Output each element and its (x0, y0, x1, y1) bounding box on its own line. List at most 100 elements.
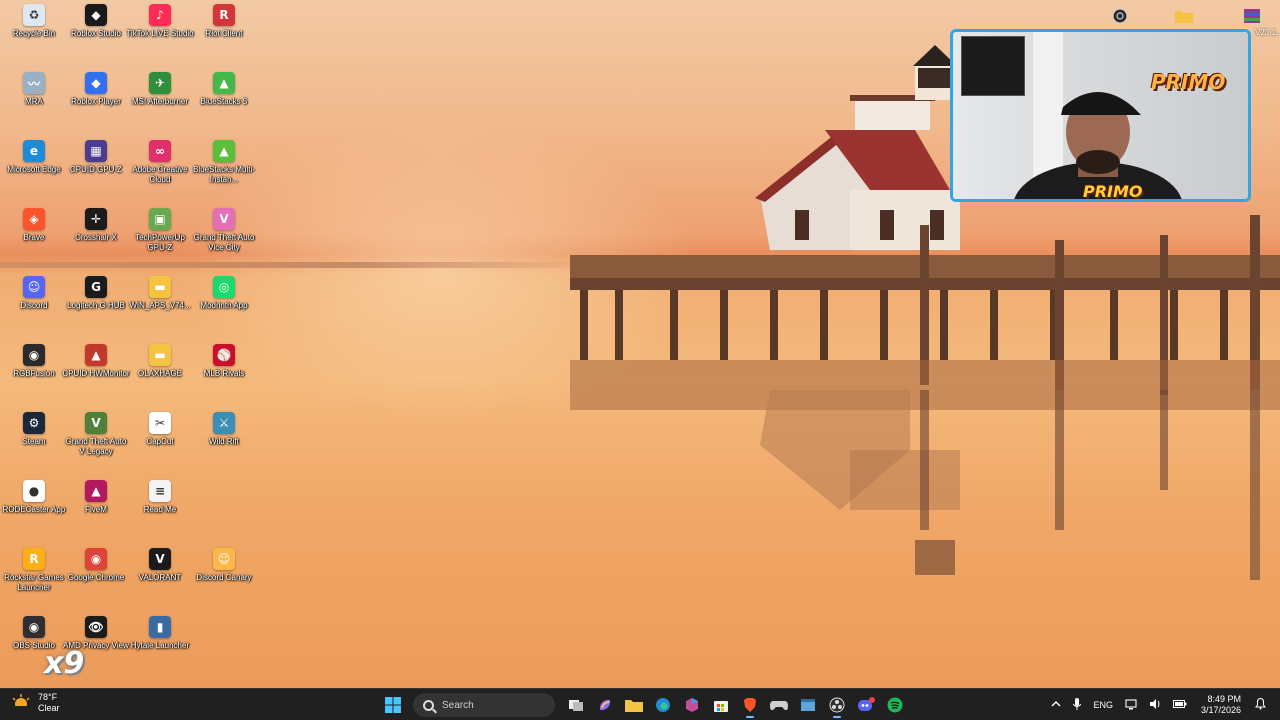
desktop-shortcut[interactable]: ⚙ Steam (0, 412, 68, 447)
notification-bell-icon[interactable] (1255, 697, 1266, 712)
clock-time: 8:49 PM (1207, 694, 1241, 704)
copilot-button[interactable] (592, 692, 618, 718)
modrinth-app-icon: ◎ (213, 276, 235, 298)
desktop-shortcut[interactable]: ▮ Hytale Launcher (126, 616, 194, 651)
desktop-shortcut-label: Crosshair X (75, 233, 117, 242)
desktop-shortcut-label: WIN_APS_V74... (129, 301, 191, 310)
chevron-up-icon[interactable] (1051, 700, 1061, 710)
desktop-shortcut[interactable]: ◎ Modrinth App (190, 276, 258, 311)
snipping-button[interactable] (795, 692, 821, 718)
obs-button[interactable] (824, 692, 850, 718)
desktop-shortcut[interactable]: ∞ Adobe Creative Cloud (126, 140, 194, 185)
desktop-shortcut[interactable]: e Microsoft Edge (0, 140, 68, 175)
desktop-shortcut[interactable]: ◆ Roblox Player (62, 72, 130, 107)
edge-button[interactable] (650, 692, 676, 718)
desktop-shortcut[interactable]: ▲ FiveM (62, 480, 130, 515)
desktop-shortcut[interactable]: ♪ TikTok LIVE Studio (126, 4, 194, 39)
desktop-shortcut-label: Recycle Bin (12, 29, 56, 38)
task-view-icon (568, 700, 583, 711)
weather-widget[interactable]: 78°F Clear (10, 692, 60, 714)
circle-app-icon[interactable] (1110, 6, 1130, 26)
discord-button[interactable] (853, 692, 879, 718)
desktop-shortcut-label: CPUID HWMonitor (62, 369, 130, 378)
controller-button[interactable] (766, 692, 792, 718)
desktop-shortcut[interactable]: R Rockstar Games Launcher (0, 548, 68, 593)
spotify-button[interactable] (882, 692, 908, 718)
store-button[interactable] (708, 692, 734, 718)
desktop-shortcut[interactable]: ▬ WIN_APS_V74... (126, 276, 194, 311)
m365-icon (685, 698, 698, 712)
desktop-shortcut-label: OLAXHAGE (137, 369, 182, 378)
desktop-shortcut-label: Adobe Creative Cloud (132, 165, 188, 184)
desktop-shortcut[interactable]: ▦ CPUID GPU-Z (62, 140, 130, 175)
desktop-shortcut[interactable]: G Logitech G HUB (62, 276, 130, 311)
desktop-shortcut[interactable]: V Grand Theft Auto Vice City (190, 208, 258, 253)
capcut-icon: ✂ (149, 412, 171, 434)
microphone-icon[interactable] (1073, 698, 1082, 712)
desktop-shortcut[interactable]: ✈ MSI Afterburner (126, 72, 194, 107)
task-view-button[interactable] (563, 692, 589, 718)
desktop-shortcut[interactable]: 〰 MRA (0, 72, 68, 107)
desktop-shortcut-label: Riot Client (205, 29, 243, 38)
overlay-counter: x9 (44, 646, 85, 681)
desktop-shortcut-label: TechPowerUp GPU-Z (135, 233, 185, 252)
folder-icon[interactable] (1174, 6, 1194, 26)
desktop-shortcut-label: MRA (25, 97, 43, 106)
techpowerup-gpu-z-icon: ▣ (149, 208, 171, 230)
desktop-shortcut[interactable]: ☺ Discord Canary (190, 548, 258, 583)
desktop-shortcut[interactable]: ☺ Discord (0, 276, 68, 311)
desktop-shortcut-label: BlueStacks Multi-Instan... (193, 165, 255, 184)
desktop-shortcut[interactable]: ▲ BlueStacks 5 (190, 72, 258, 107)
desktop-shortcut-label: VALORANT (138, 573, 182, 582)
desktop-shortcut-label: RGBFusion (13, 369, 55, 378)
desktop-shortcut[interactable]: ◉ Google Chrome (62, 548, 130, 583)
desktop-shortcut[interactable]: V VALORANT (126, 548, 194, 583)
desktop-shortcut-label: Discord Canary (196, 573, 252, 582)
taskbar-search-box[interactable]: Search (413, 693, 555, 717)
microsoft-365-button[interactable] (679, 692, 705, 718)
mlb-rivals-icon: ⚾ (213, 344, 235, 366)
desktop-shortcut[interactable]: ♻ Recycle Bin (0, 4, 68, 39)
taskbar-clock[interactable]: 8:49 PM 3/17/2026 (1201, 694, 1241, 716)
file-explorer-button[interactable] (621, 692, 647, 718)
adobe-creative-cloud-icon: ∞ (149, 140, 171, 162)
desktop-shortcut[interactable]: ▣ TechPowerUp GPU-Z (126, 208, 194, 253)
desktop-shortcut[interactable]: ≡ Read Me (126, 480, 194, 515)
desktop-shortcut[interactable]: ◉ RGBFusion (0, 344, 68, 379)
desktop-shortcut[interactable]: ▲ BlueStacks Multi-Instan... (190, 140, 258, 185)
desktop-shortcut-label: Wild Rift (209, 437, 239, 446)
network-icon[interactable] (1125, 698, 1137, 712)
desktop-shortcut[interactable]: ◆ Roblox Studio (62, 4, 130, 39)
language-indicator[interactable]: ENG (1093, 700, 1113, 710)
winrar-archive-icon[interactable] (1238, 6, 1266, 26)
system-tray: ENG 8:49 PM 3/17/2026 (1045, 689, 1272, 720)
desktop-shortcut-label: MSI Afterburner (131, 97, 189, 106)
desktop-shortcut-label: Steam (22, 437, 46, 446)
desktop-shortcut[interactable]: ▬ OLAXHAGE (126, 344, 194, 379)
obs-studio-icon: ◉ (23, 616, 45, 638)
hytale-launcher-icon: ▮ (149, 616, 171, 638)
brave-button[interactable] (737, 692, 763, 718)
desktop-shortcut-label: Read Me (143, 505, 177, 514)
roblox-player-icon: ◆ (85, 72, 107, 94)
desktop-shortcut-label: Hytale Launcher (130, 641, 190, 650)
desktop-shortcut[interactable]: ◈ Brave (0, 208, 68, 243)
discord-icon: ☺ (23, 276, 45, 298)
start-button[interactable] (380, 692, 406, 718)
desktop-shortcut[interactable]: V Grand Theft Auto V Legacy (62, 412, 130, 457)
desktop-shortcut[interactable]: ⚔ Wild Rift (190, 412, 258, 447)
volume-icon[interactable] (1149, 698, 1161, 712)
amd-privacy-view-icon: 👁 (85, 616, 107, 638)
desktop-shortcut[interactable]: ● RODECaster App (0, 480, 68, 515)
desktop-shortcut[interactable]: ✛ Crosshair X (62, 208, 130, 243)
cpuid-hwmonitor-icon: ▲ (85, 344, 107, 366)
battery-icon[interactable] (1172, 699, 1187, 711)
desktop-shortcut-label: FiveM (85, 505, 107, 514)
desktop-shortcut[interactable]: ⚾ MLB Rivals (190, 344, 258, 379)
desktop-shortcut-label: BlueStacks 5 (200, 97, 248, 106)
gta-vice-city-icon: V (213, 208, 235, 230)
desktop-shortcut[interactable]: ▲ CPUID HWMonitor (62, 344, 130, 379)
desktop-shortcut[interactable]: ✂ CapCut (126, 412, 194, 447)
desktop-shortcut[interactable]: R Riot Client (190, 4, 258, 39)
desktop-shortcut-label: Modrinth App (200, 301, 248, 310)
